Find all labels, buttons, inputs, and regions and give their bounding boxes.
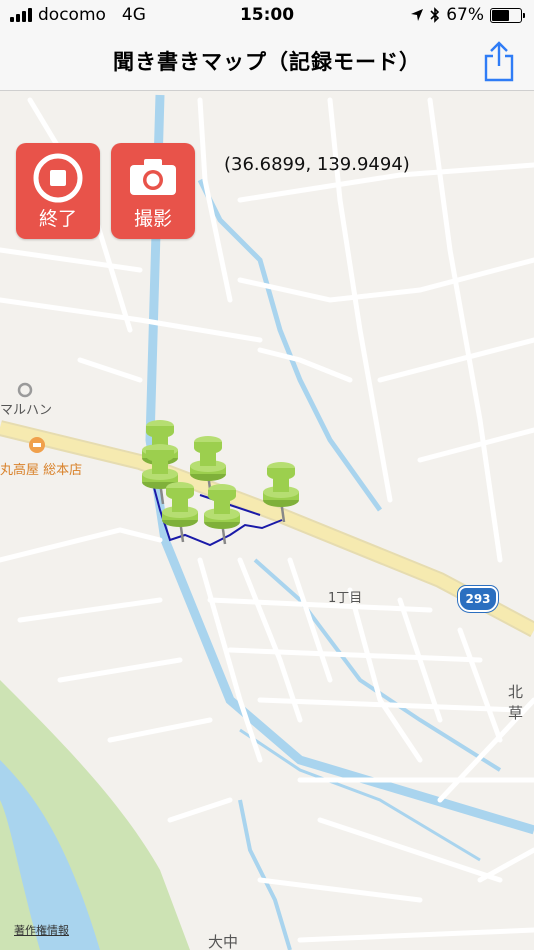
photo-button-label: 撮影 — [133, 208, 172, 230]
coordinate-readout: (36.6899, 139.9494) — [224, 154, 410, 175]
camera-icon — [130, 159, 176, 195]
map-view[interactable]: 終了 撮影 (36.6899, 139.9494) マルハン 丸高屋 総本店 1… — [0, 91, 534, 950]
photo-button[interactable]: 撮影 — [111, 143, 195, 239]
route-shield: 293 — [458, 586, 498, 612]
area-label-kita: 北草 — [508, 683, 524, 722]
attribution-link[interactable]: 著作権情報 — [14, 922, 69, 938]
battery-icon — [490, 7, 525, 23]
poi-label-marutakaya: 丸高屋 総本店 — [0, 463, 83, 478]
area-label-1chome: 1丁目 — [328, 591, 363, 606]
restaurant-icon — [29, 437, 45, 453]
location-arrow-icon — [411, 9, 424, 21]
poi-pin-icon — [17, 382, 33, 398]
stop-button[interactable]: 終了 — [16, 143, 100, 239]
area-label-onaka: 大中 — [208, 933, 239, 950]
bluetooth-icon — [430, 7, 440, 23]
page-title: 聞き書きマップ（記録モード） — [113, 50, 421, 74]
navigation-bar: 聞き書きマップ（記録モード） — [0, 32, 534, 91]
battery-percent: 67% — [446, 5, 484, 25]
poi-label-maruhan: マルハン — [0, 403, 53, 418]
share-icon[interactable] — [482, 40, 516, 82]
stop-button-label: 終了 — [38, 208, 77, 230]
stop-icon — [33, 153, 83, 203]
status-bar: docomo 4G 15:00 67% — [0, 0, 534, 32]
